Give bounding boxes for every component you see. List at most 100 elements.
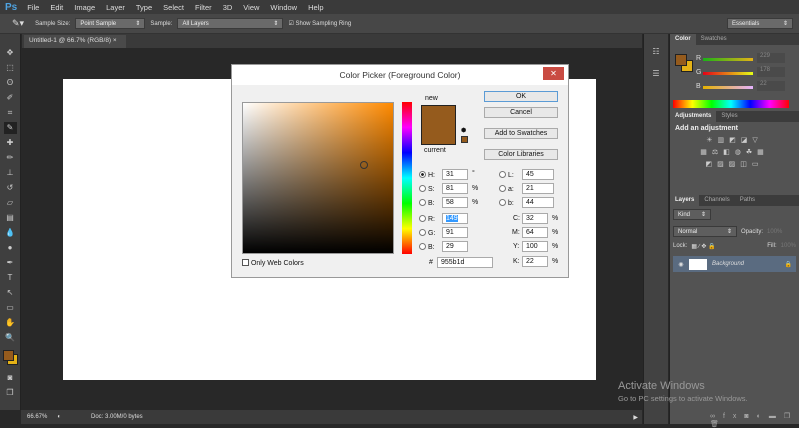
- menu-layer[interactable]: Layer: [106, 3, 125, 12]
- web-safe-swatch-icon[interactable]: [461, 136, 468, 143]
- zoom-tool-icon[interactable]: 🔍: [4, 332, 17, 344]
- foreground-background-colors[interactable]: [0, 347, 20, 369]
- h-field[interactable]: 31: [442, 169, 468, 180]
- move-tool-icon[interactable]: ✥: [4, 47, 17, 59]
- hand-tool-icon[interactable]: ✋: [4, 317, 17, 329]
- s-radio[interactable]: S:: [419, 185, 435, 193]
- a-field[interactable]: 21: [522, 183, 554, 194]
- blue-radio[interactable]: B:: [419, 243, 435, 251]
- menu-edit[interactable]: Edit: [50, 3, 63, 12]
- sample-select[interactable]: All Layers ⇕: [177, 18, 284, 29]
- eyedropper-icon[interactable]: ✎▾: [12, 18, 24, 29]
- green-value[interactable]: 178: [757, 67, 785, 77]
- history-brush-icon[interactable]: ↺: [4, 182, 17, 194]
- color-field-cursor[interactable]: [360, 161, 368, 169]
- foreground-color-swatch[interactable]: [675, 54, 687, 66]
- properties-panel-icon[interactable]: ☰: [650, 68, 663, 80]
- pen-tool-icon[interactable]: ✒: [4, 257, 17, 269]
- red-slider[interactable]: [703, 58, 753, 61]
- only-web-colors-checkbox[interactable]: Only Web Colors: [242, 259, 304, 267]
- tab-layers[interactable]: Layers: [670, 195, 700, 206]
- blue-value[interactable]: 22: [757, 81, 785, 91]
- layer-row-background[interactable]: ◉ Background 🔒: [673, 256, 796, 272]
- adjustment-icons-row-3[interactable]: ◩▨▨◫▭: [675, 160, 794, 168]
- screen-mode-icon[interactable]: ❐: [4, 387, 17, 399]
- color-field[interactable]: [242, 102, 394, 254]
- adjustment-icons-row-1[interactable]: ☀▥◩◪▽: [675, 136, 794, 144]
- red-value[interactable]: 229: [757, 53, 785, 63]
- menu-window[interactable]: Window: [270, 3, 297, 12]
- sample-size-select[interactable]: Point Sample ⇕: [75, 18, 146, 29]
- brightness-field[interactable]: 58: [442, 197, 468, 208]
- lab-b-radio[interactable]: b:: [499, 199, 514, 207]
- ok-button[interactable]: OK: [484, 91, 558, 102]
- close-dialog-button[interactable]: ✕: [543, 67, 564, 80]
- tab-adjustments[interactable]: Adjustments: [670, 111, 717, 122]
- hex-field[interactable]: 955b1d: [437, 257, 493, 268]
- a-radio[interactable]: a:: [499, 185, 514, 193]
- layer-name[interactable]: Background: [712, 261, 744, 267]
- healing-tool-icon[interactable]: ✚: [4, 137, 17, 149]
- show-sampling-ring-checkbox[interactable]: ☑ Show Sampling Ring: [288, 20, 351, 27]
- menu-type[interactable]: Type: [136, 3, 152, 12]
- menu-view[interactable]: View: [243, 3, 259, 12]
- color-spectrum[interactable]: [673, 100, 789, 108]
- tab-swatches[interactable]: Swatches: [696, 34, 732, 45]
- lock-icons[interactable]: ▦ ∕ ✥ 🔒: [691, 243, 715, 250]
- s-field[interactable]: 81: [442, 183, 468, 194]
- marquee-tool-icon[interactable]: ⬚: [4, 62, 17, 74]
- brightness-radio[interactable]: B:: [419, 199, 435, 207]
- c-field[interactable]: 32: [522, 213, 548, 224]
- tab-styles[interactable]: Styles: [716, 111, 742, 122]
- menu-help[interactable]: Help: [308, 3, 323, 12]
- status-info-icon[interactable]: ◐: [57, 414, 61, 420]
- green-slider[interactable]: [703, 72, 753, 75]
- document-tab[interactable]: Untitled-1 @ 66.7% (RGB/8) ×: [24, 35, 126, 48]
- eraser-tool-icon[interactable]: ▱: [4, 197, 17, 209]
- eyedropper-tool-icon[interactable]: ✎: [3, 122, 17, 134]
- y-field[interactable]: 100: [522, 241, 548, 252]
- dodge-tool-icon[interactable]: ●: [4, 242, 17, 254]
- color-libraries-button[interactable]: Color Libraries: [484, 149, 558, 160]
- m-field[interactable]: 64: [522, 227, 548, 238]
- menu-image[interactable]: Image: [74, 3, 95, 12]
- h-radio[interactable]: H:: [419, 171, 435, 179]
- lab-b-field[interactable]: 44: [522, 197, 554, 208]
- blend-mode-select[interactable]: Normal ⇕: [673, 226, 737, 237]
- quick-mask-icon[interactable]: ◙: [4, 372, 17, 384]
- shape-tool-icon[interactable]: ▭: [4, 302, 17, 314]
- fill-value[interactable]: 100%: [781, 243, 796, 250]
- crop-tool-icon[interactable]: ⌗: [4, 107, 17, 119]
- opacity-value[interactable]: 100%: [767, 229, 782, 235]
- history-panel-icon[interactable]: ☷: [650, 46, 663, 58]
- tab-color[interactable]: Color: [670, 34, 696, 45]
- menu-select[interactable]: Select: [163, 3, 184, 12]
- zoom-level[interactable]: 66.67%: [27, 414, 47, 420]
- menu-3d[interactable]: 3D: [223, 3, 233, 12]
- l-field[interactable]: 45: [522, 169, 554, 180]
- k-field[interactable]: 22: [522, 256, 548, 267]
- quick-select-tool-icon[interactable]: ✐: [4, 92, 17, 104]
- l-radio[interactable]: L:: [499, 171, 514, 179]
- lasso-tool-icon[interactable]: ʘ: [4, 77, 17, 89]
- workspace-select[interactable]: Essentials ⇕: [727, 18, 793, 29]
- status-menu-arrow-icon[interactable]: ▶: [633, 414, 638, 421]
- close-tab-icon[interactable]: ×: [113, 37, 117, 44]
- layer-panel-footer-icons[interactable]: ∞fx◙◐▬❐🗑: [710, 412, 799, 428]
- layer-filter-select[interactable]: Kind ⇕: [673, 209, 711, 220]
- path-select-tool-icon[interactable]: ↖: [4, 287, 17, 299]
- out-of-gamut-icon[interactable]: ⬢: [461, 127, 466, 134]
- menu-file[interactable]: File: [27, 3, 39, 12]
- r-radio[interactable]: R:: [419, 215, 435, 223]
- hue-slider[interactable]: [402, 102, 412, 254]
- visibility-eye-icon[interactable]: ◉: [673, 261, 689, 268]
- blue-slider[interactable]: [703, 86, 753, 89]
- stamp-tool-icon[interactable]: ⊥: [4, 167, 17, 179]
- tab-channels[interactable]: Channels: [699, 195, 734, 206]
- tab-paths[interactable]: Paths: [735, 195, 760, 206]
- type-tool-icon[interactable]: T: [4, 272, 17, 284]
- adjustment-icons-row-2[interactable]: ▦⚖◧◍☘▦: [675, 148, 794, 156]
- blue-field[interactable]: 29: [442, 241, 468, 252]
- cancel-button[interactable]: Cancel: [484, 107, 558, 118]
- g-radio[interactable]: G:: [419, 229, 435, 237]
